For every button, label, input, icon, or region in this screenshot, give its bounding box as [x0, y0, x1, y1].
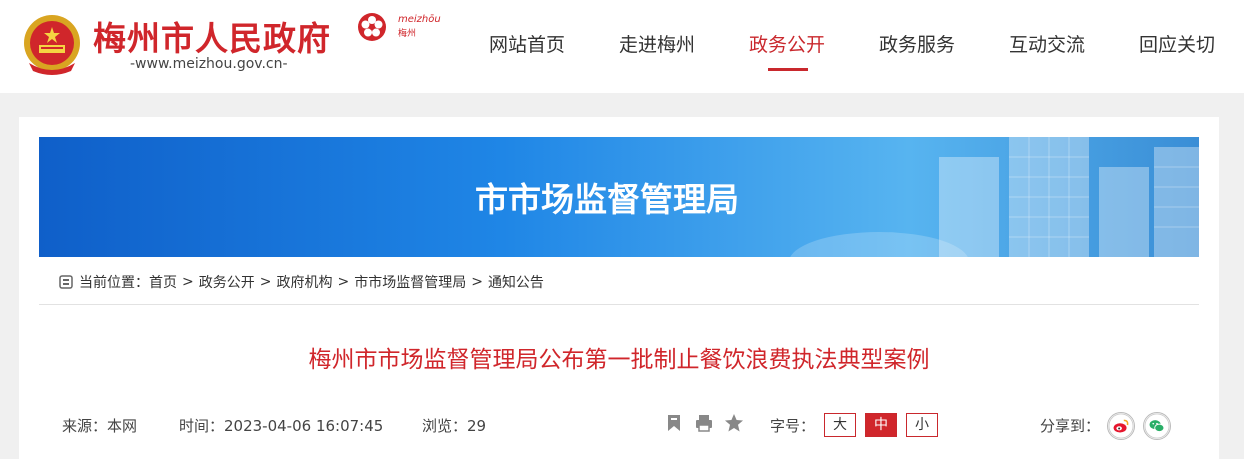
nav-item-response[interactable]: 回应关切	[1139, 30, 1215, 57]
share-label: 分享到：	[1040, 417, 1101, 435]
breadcrumb-item-government-affairs-open[interactable]: 政务公开	[199, 272, 255, 292]
nav-item-interaction[interactable]: 互动交流	[1009, 30, 1085, 57]
wechat-icon[interactable]	[1143, 412, 1171, 440]
nav-active-indicator	[768, 68, 808, 71]
font-size-medium-button[interactable]: 中	[865, 413, 897, 437]
city-logo-text-top: meizhōu	[398, 14, 441, 25]
article-title: 梅州市市场监督管理局公布第一批制止餐饮浪费执法典型案例	[308, 347, 930, 373]
breadcrumb-item-notices[interactable]: 通知公告	[488, 272, 544, 292]
breadcrumb-item-government-agencies[interactable]: 政府机构	[276, 272, 332, 292]
breadcrumb-item-market-supervision-bureau[interactable]: 市市场监督管理局	[354, 272, 466, 292]
nav-item-government-affairs-open[interactable]: 政务公开	[749, 30, 825, 57]
article-time: 时间：2023-04-06 16:07:45	[179, 417, 384, 435]
breadcrumb-separator: >	[259, 274, 272, 290]
nav-item-about-meizhou[interactable]: 走进梅州	[619, 30, 695, 57]
breadcrumb-separator: >	[182, 274, 194, 290]
breadcrumb-separator: >	[471, 274, 483, 290]
article-views: 浏览：29	[422, 417, 487, 435]
font-size-label: 字号：	[770, 417, 816, 435]
breadcrumb-divider	[39, 304, 1199, 305]
nav-item-home[interactable]: 网站首页	[489, 30, 565, 57]
breadcrumb: 当前位置： 首页 > 政务公开 > 政府机构 > 市市场监督管理局 > 通知公告	[59, 272, 544, 292]
font-size-small-button[interactable]: 小	[906, 413, 938, 437]
banner-title: 市市场监督管理局	[475, 180, 739, 219]
weibo-icon[interactable]	[1107, 412, 1135, 440]
nav-item-government-services[interactable]: 政务服务	[879, 30, 955, 57]
article-source: 来源：本网	[62, 417, 138, 435]
font-size-large-button[interactable]: 大	[824, 413, 856, 437]
breadcrumb-prefix: 当前位置：	[79, 275, 149, 291]
breadcrumb-item-home[interactable]: 首页	[149, 272, 177, 292]
breadcrumb-separator: >	[337, 274, 350, 290]
bookmark-icon[interactable]	[664, 413, 684, 433]
print-icon[interactable]	[694, 413, 714, 433]
department-banner: 市市场监督管理局	[39, 137, 1199, 257]
main-nav: 网站首页 走进梅州 政务公开 政务服务 互动交流 回应关切	[0, 30, 1244, 70]
home-icon	[59, 275, 73, 289]
site-header: 梅州市人民政府 -www.meizhou.gov.cn- meizhōu 梅州 …	[0, 0, 1244, 93]
star-icon[interactable]	[724, 413, 744, 433]
